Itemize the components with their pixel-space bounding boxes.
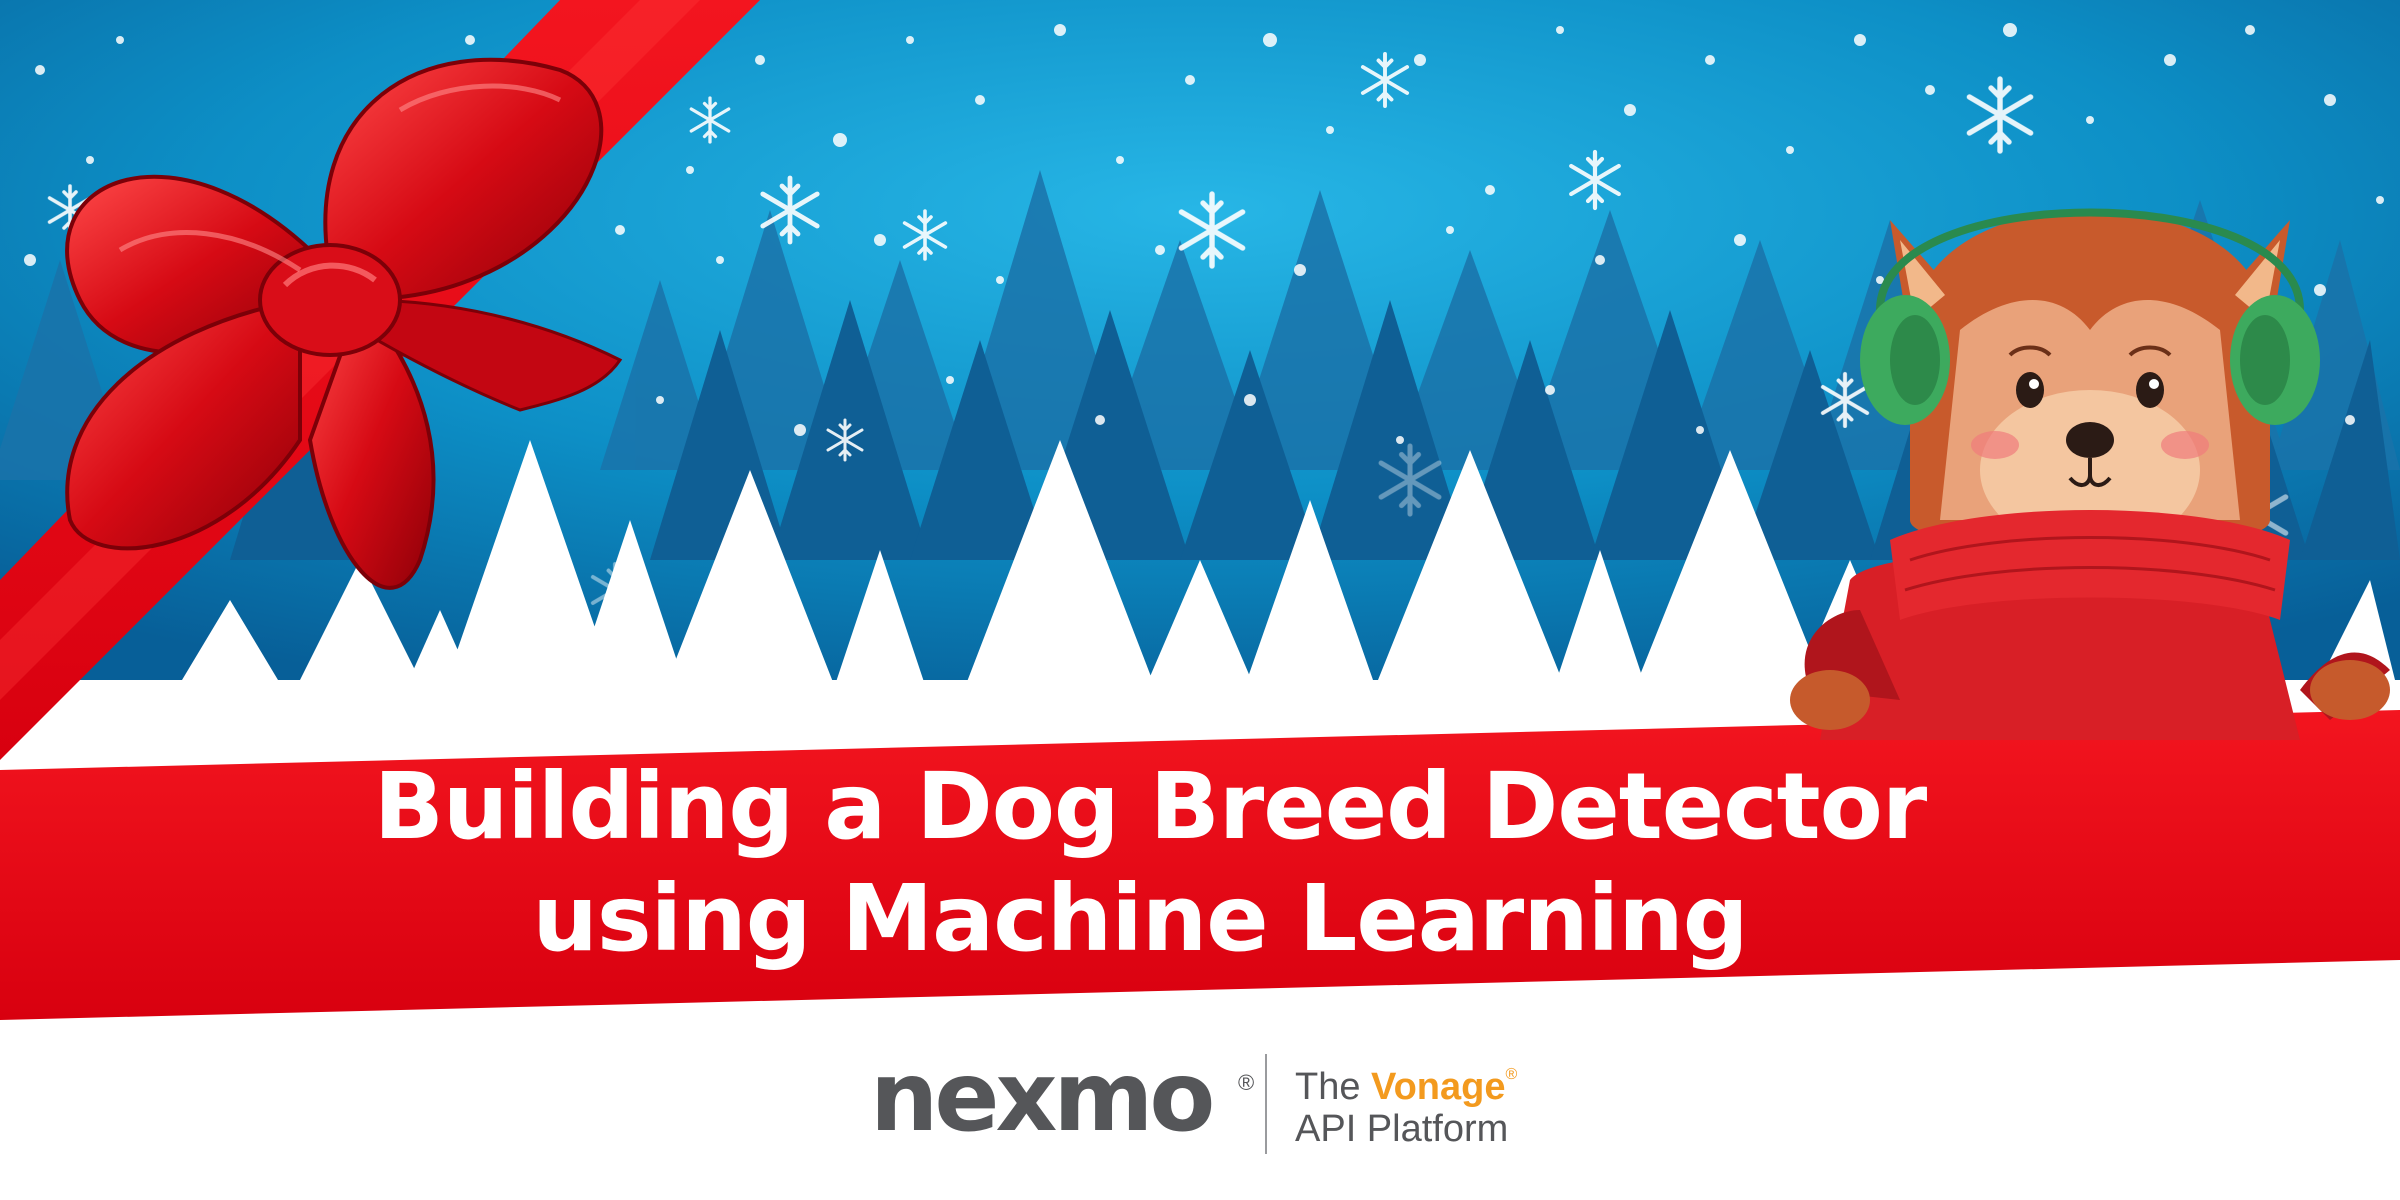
logo-divider xyxy=(1265,1054,1267,1154)
title-line-1: Building a Dog Breed Detector xyxy=(373,753,1927,860)
brand-logo-row: nexmo ® The Vonage® API Platform xyxy=(870,1042,1570,1158)
tagline-line-2: API Platform xyxy=(1295,1108,1509,1150)
winter-scene xyxy=(0,0,2400,1200)
tagline-brand: Vonage xyxy=(1371,1066,1506,1108)
banner: Building a Dog Breed Detector using Mach… xyxy=(0,0,2400,1200)
tagline-brand-registered: ® xyxy=(1505,1066,1518,1083)
title-line-2: using Machine Learning xyxy=(532,865,1748,972)
registered-mark: ® xyxy=(1238,1070,1255,1095)
tagline-prefix: The xyxy=(1295,1066,1361,1108)
tagline-line-1: The Vonage® xyxy=(1295,1066,1517,1109)
nexmo-logo-icon: nexmo xyxy=(870,1041,1215,1153)
